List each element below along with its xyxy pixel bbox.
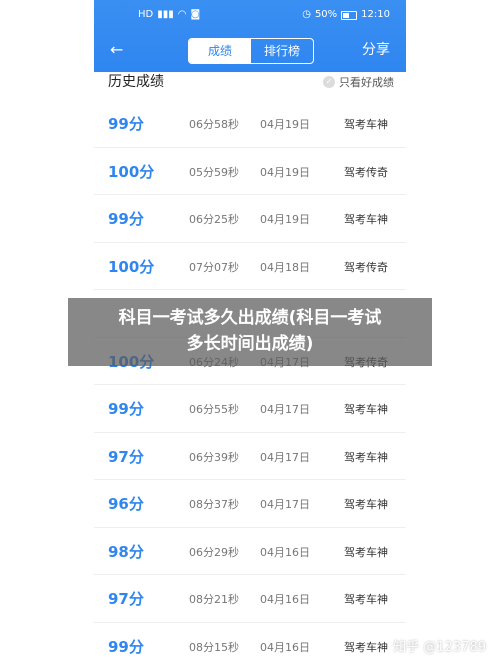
score-value: 100分: [108, 257, 155, 276]
duration: 06分39秒: [189, 450, 239, 464]
duration: 07分07秒: [189, 260, 239, 274]
segmented-tabs: 成绩 排行榜: [188, 38, 314, 64]
filter-label: 只看好成绩: [339, 76, 394, 89]
date: 04月18日: [260, 260, 310, 274]
tab-score[interactable]: 成绩: [189, 39, 251, 63]
list-item[interactable]: 98分 06分29秒 04月16日 驾考车神: [94, 528, 406, 575]
list-item[interactable]: 99分 06分55秒 04月17日 驾考车神: [94, 385, 406, 433]
back-icon[interactable]: ←: [110, 40, 123, 60]
list-item[interactable]: 100分 07分07秒 04月18日 驾考传奇: [94, 243, 406, 290]
rank-tag: 驾考车神: [344, 498, 388, 511]
score-value: 97分: [108, 447, 144, 466]
list-item[interactable]: 97分 06分39秒 04月17日 驾考车神: [94, 433, 406, 480]
rank-tag: 驾考车神: [344, 403, 388, 416]
date: 04月19日: [260, 213, 310, 226]
score-value: 96分: [108, 495, 144, 513]
list-item[interactable]: 99分 06分58秒 04月19日 驾考车神: [94, 100, 406, 148]
share-button[interactable]: 分享: [362, 40, 390, 60]
date: 04月16日: [260, 640, 310, 654]
score-value: 99分: [108, 210, 144, 228]
list-item[interactable]: 100分 05分59秒 04月19日 驾考传奇: [94, 148, 406, 195]
list-item[interactable]: 96分 08分37秒 04月17日 驾考车神: [94, 480, 406, 528]
list-item[interactable]: 99分 06分25秒 04月19日 驾考车神: [94, 195, 406, 243]
overlay-banner: 科目一考试多久出成绩(科目一考试 多长时间出成绩): [68, 298, 432, 366]
duration: 08分37秒: [189, 498, 239, 511]
date: 04月16日: [260, 545, 310, 559]
status-left: HD ▮▮▮ ◠ ◙: [138, 9, 200, 21]
duration: 05分59秒: [189, 165, 239, 179]
battery-text: 50%: [314, 9, 338, 20]
date: 04月17日: [260, 403, 310, 416]
rank-tag: 驾考车神: [344, 450, 388, 464]
duration: 06分25秒: [189, 213, 239, 226]
rank-tag: 驾考车神: [344, 593, 388, 606]
overlay-line-2: 多长时间出成绩): [186, 334, 314, 354]
score-list: 99分 06分58秒 04月19日 驾考车神 100分 05分59秒 04月19…: [94, 100, 406, 666]
rank-tag: 驾考传奇: [344, 165, 388, 179]
date: 04月17日: [260, 450, 310, 464]
duration: 08分15秒: [189, 640, 239, 654]
rank-tag: 驾考传奇: [344, 260, 388, 274]
app-header: HD ▮▮▮ ◠ ◙ ◷ 50% 12:10 ← 成绩 排行榜 分享: [94, 0, 406, 72]
duration: 06分55秒: [189, 403, 239, 416]
rank-tag: 驾考车神: [344, 118, 388, 131]
list-item[interactable]: 97分 08分21秒 04月16日 驾考车神: [94, 575, 406, 623]
list-item[interactable]: 99分 08分15秒 04月16日 驾考车神: [94, 623, 406, 666]
rank-tag: 驾考车神: [344, 213, 388, 226]
good-score-filter[interactable]: ✓ 只看好成绩: [323, 74, 394, 90]
date: 04月19日: [260, 118, 310, 131]
score-value: 99分: [108, 637, 144, 656]
clock-time: 12:10: [361, 9, 390, 20]
score-value: 97分: [108, 590, 144, 608]
hd-icon: HD: [138, 9, 154, 20]
score-value: 98分: [108, 542, 144, 561]
section-title: 历史成绩: [108, 74, 164, 90]
battery-icon: [341, 10, 358, 20]
duration: 06分29秒: [189, 545, 239, 559]
rank-tag: 驾考车神: [344, 640, 388, 654]
score-value: 99分: [108, 115, 144, 133]
status-right: ◷ 50% 12:10: [302, 9, 390, 21]
score-value: 100分: [108, 162, 155, 181]
tab-ranking[interactable]: 排行榜: [251, 39, 313, 63]
date: 04月19日: [260, 165, 310, 179]
rank-tag: 驾考车神: [344, 545, 388, 559]
wifi-icon: ◠: [177, 9, 187, 20]
signal-icon: ▮▮▮: [157, 9, 174, 20]
duration: 08分21秒: [189, 593, 239, 606]
date: 04月17日: [260, 498, 310, 511]
score-value: 99分: [108, 400, 144, 418]
watermark: 知乎 @123789: [393, 640, 486, 655]
section-header: 历史成绩 ✓ 只看好成绩: [94, 72, 406, 102]
check-icon[interactable]: ✓: [323, 76, 335, 88]
status-bar: HD ▮▮▮ ◠ ◙ ◷ 50% 12:10: [94, 9, 406, 27]
alarm-icon: ◷: [302, 9, 311, 20]
overlay-line-1: 科目一考试多久出成绩(科目一考试: [118, 308, 382, 328]
duration: 06分58秒: [189, 118, 239, 131]
date: 04月16日: [260, 593, 310, 606]
nfc-icon: ◙: [190, 9, 201, 20]
